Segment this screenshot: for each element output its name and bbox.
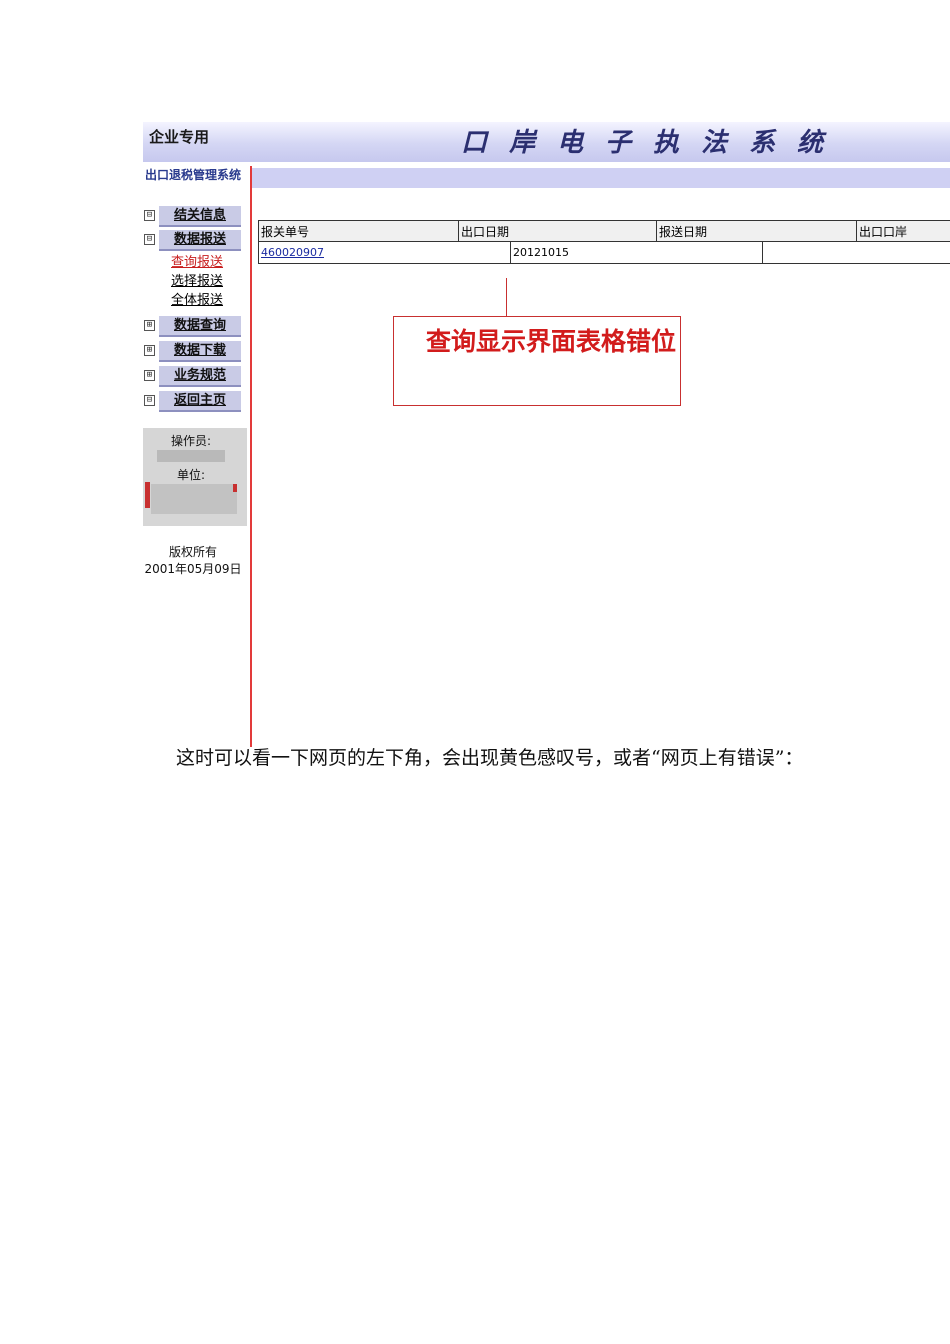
sidebar-item-business-rules[interactable]: ⊞ 业务规范 <box>143 366 247 387</box>
collapse-icon[interactable]: ⊟ <box>144 234 155 245</box>
callout-text: 查询显示界面表格错位 <box>426 327 677 356</box>
redacted-mark <box>233 484 237 492</box>
table-cell <box>762 242 950 264</box>
enterprise-label: 企业专用 <box>149 128 210 146</box>
copyright-date: 2001年05月09日 <box>144 562 242 576</box>
collapse-icon[interactable]: ⊟ <box>144 210 155 221</box>
toolbar-strip <box>252 168 950 188</box>
collapse-icon[interactable]: ⊟ <box>144 395 155 406</box>
sidebar-item-data-query[interactable]: ⊞ 数据查询 <box>143 316 247 337</box>
copyright: 版权所有 2001年05月09日 <box>143 544 243 578</box>
operator-label: 操作员: <box>170 434 212 448</box>
screenshot-frame: 企业专用 口岸电子执法系统 出口退税管理系统 ⊟ 结关信息 ⊟ 数据报送 查询报… <box>143 122 950 747</box>
column-header: 报送日期 <box>656 220 856 242</box>
callout-line <box>506 278 507 318</box>
sidebar-item-label[interactable]: 返回主页 <box>159 391 241 412</box>
sidebar-item-label[interactable]: 数据下载 <box>159 341 241 362</box>
column-header: 出口日期 <box>458 220 656 242</box>
declaration-link[interactable]: 460020907 <box>261 246 324 259</box>
sidebar-system-title: 出口退税管理系统 <box>145 168 242 182</box>
table-cell: 20121015 <box>510 242 762 264</box>
sidebar-item-data-download[interactable]: ⊞ 数据下载 <box>143 341 247 362</box>
unit-label: 单位: <box>176 468 206 482</box>
column-header: 报关单号 <box>258 220 458 242</box>
redacted-mark <box>145 482 150 508</box>
expand-icon[interactable]: ⊞ <box>144 370 155 381</box>
system-banner-title: 口岸电子执法系统 <box>461 128 846 158</box>
expand-icon[interactable]: ⊞ <box>144 345 155 356</box>
sidebar-item-home[interactable]: ⊟ 返回主页 <box>143 391 247 412</box>
callout-box: 查询显示界面表格错位 <box>393 316 681 406</box>
sidebar-item-label[interactable]: 业务规范 <box>159 366 241 387</box>
sidebar-item-label[interactable]: 数据查询 <box>159 316 241 337</box>
expand-icon[interactable]: ⊞ <box>144 320 155 331</box>
sidebar: 出口退税管理系统 ⊟ 结关信息 ⊟ 数据报送 查询报送 选择报送 全体报送 ⊞ … <box>143 166 247 747</box>
copyright-line: 版权所有 <box>168 545 217 559</box>
operator-panel: 操作员: 单位: <box>143 428 247 526</box>
sidebar-item-customs-info[interactable]: ⊟ 结关信息 <box>143 206 247 227</box>
column-header: 出口口岸 <box>856 220 950 242</box>
body-paragraph: 这时可以看一下网页的左下角，会出现黄色感叹号，或者“网页上有错误”： <box>176 747 804 769</box>
redacted-operator <box>157 450 225 462</box>
redacted-unit <box>151 484 237 514</box>
sidebar-item-data-report[interactable]: ⊟ 数据报送 <box>143 230 247 251</box>
sidebar-item-label[interactable]: 数据报送 <box>159 230 241 251</box>
submenu-select-report[interactable]: 选择报送 <box>171 273 223 291</box>
submenu-query-report[interactable]: 查询报送 <box>171 254 223 272</box>
table-cell[interactable]: 460020907 <box>258 242 510 264</box>
sidebar-item-label[interactable]: 结关信息 <box>159 206 241 227</box>
main-content: 报关单号 出口日期 报送日期 出口口岸 460020907 20121015 <box>252 166 950 747</box>
header-banner: 企业专用 口岸电子执法系统 <box>143 122 950 162</box>
submenu-report-all[interactable]: 全体报送 <box>171 292 223 310</box>
